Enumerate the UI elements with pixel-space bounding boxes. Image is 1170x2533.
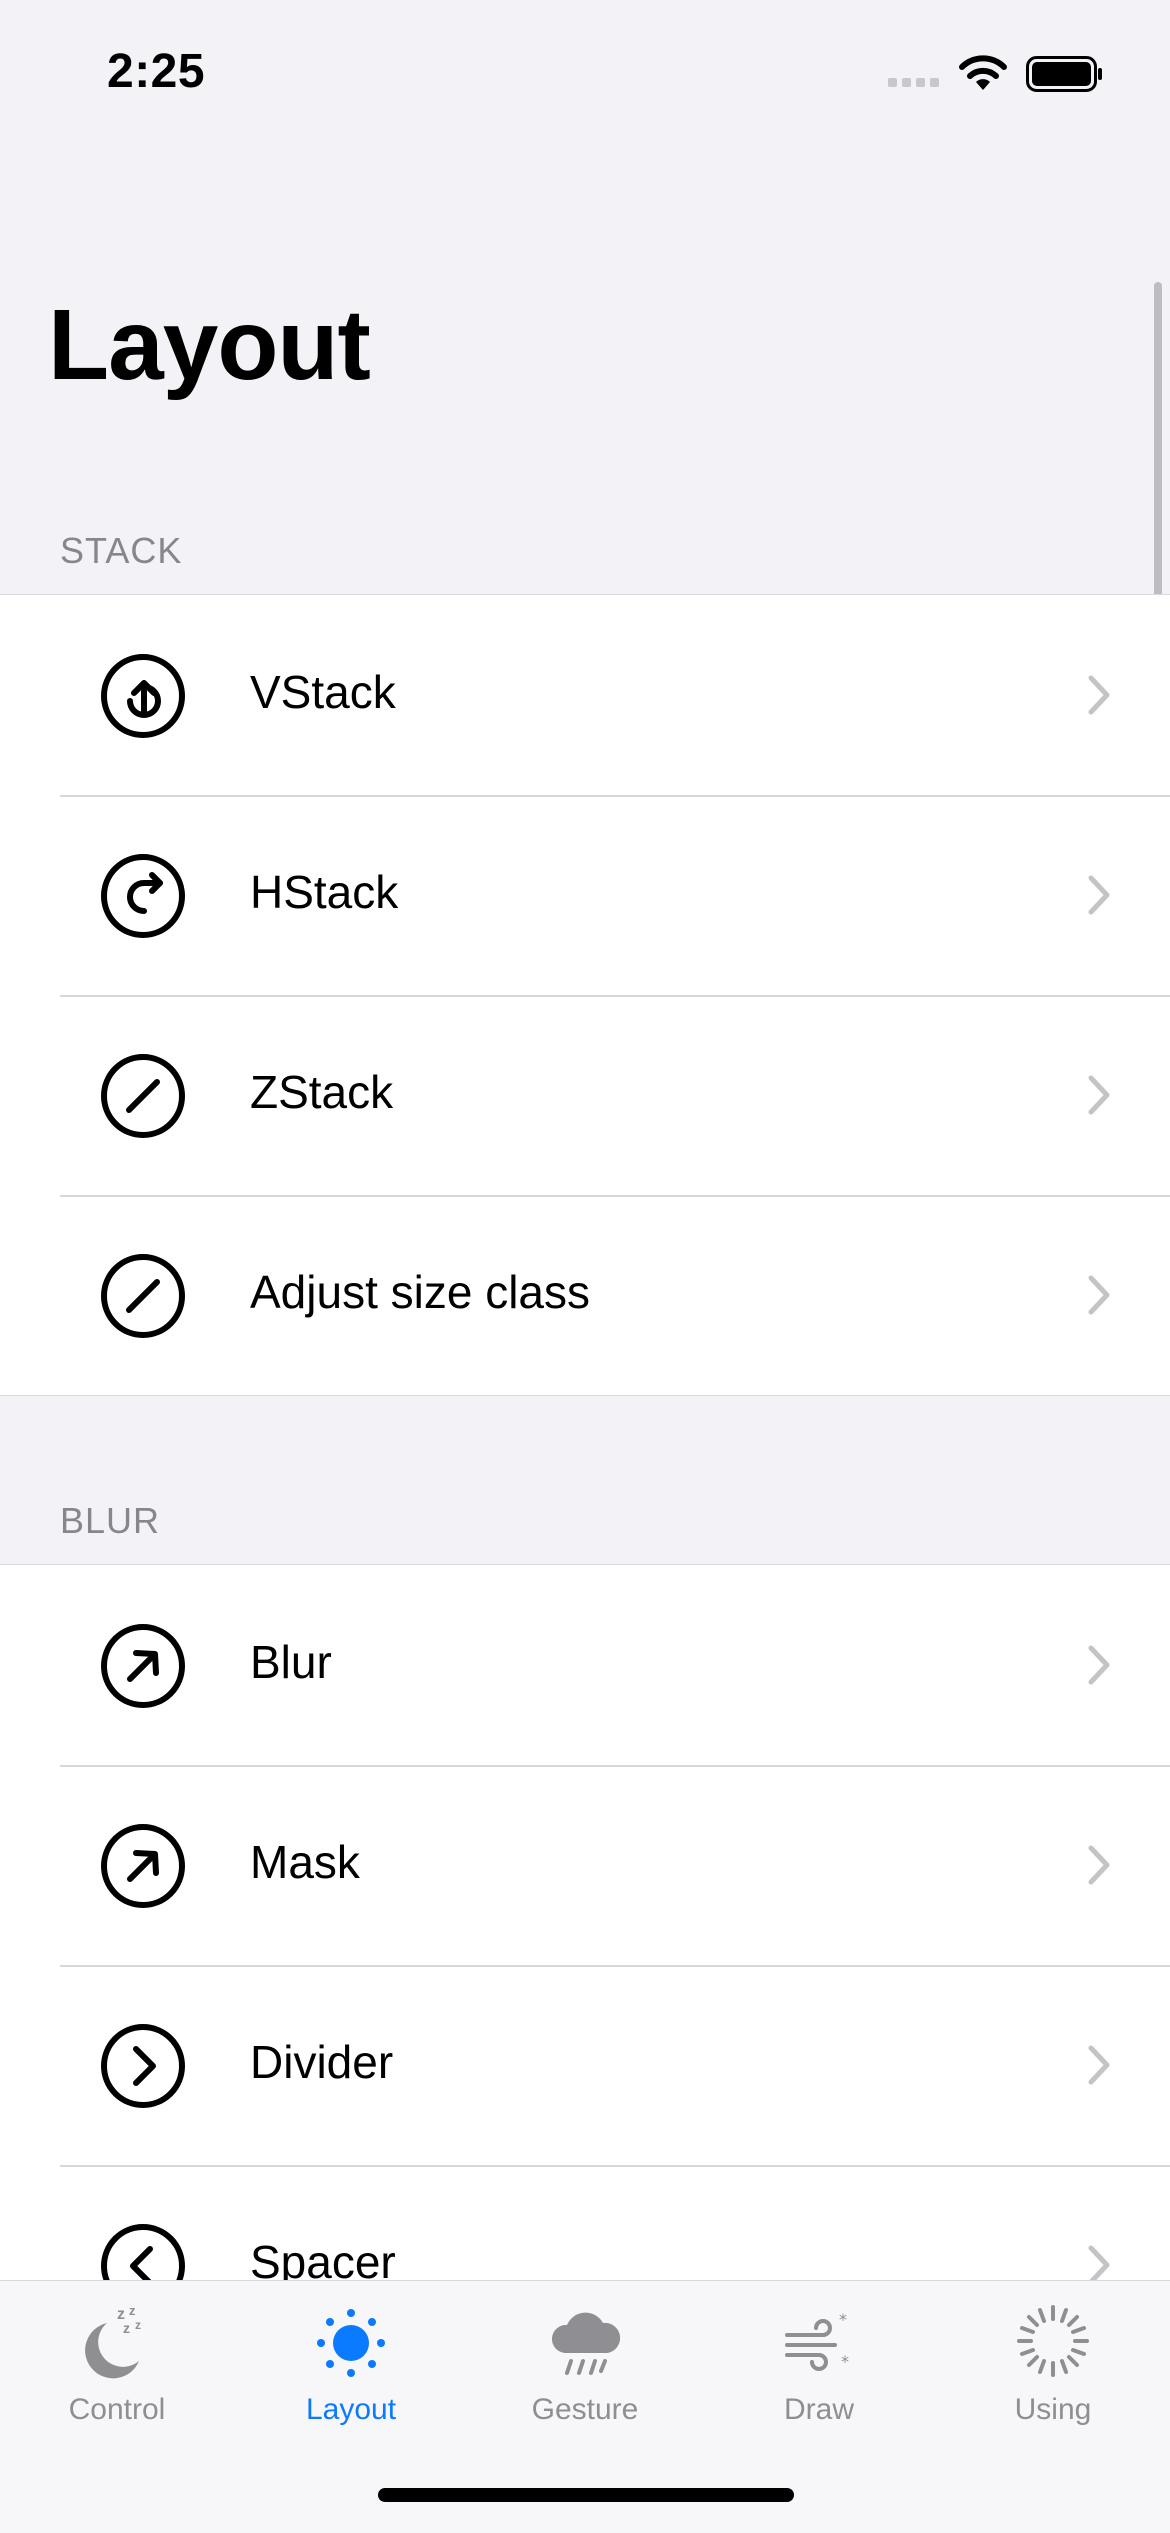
chevron-right-icon: [1088, 1845, 1110, 1885]
arrow-up-circle-icon: [101, 654, 185, 738]
chevron-right-icon: [1088, 875, 1110, 915]
svg-text:*: *: [841, 2352, 849, 2371]
tab-draw[interactable]: * * Draw: [702, 2281, 936, 2441]
list-item-label: Divider: [250, 2036, 394, 2088]
tab-label: Layout: [305, 2393, 397, 2426]
section-header-blur: BLUR: [60, 1500, 161, 1541]
tab-control[interactable]: z z z z Control: [0, 2281, 234, 2441]
list-group-blur: Blur Mask Divider Spacer: [0, 1564, 1170, 2365]
list-item-label: VStack: [250, 666, 396, 718]
list-item-label: HStack: [250, 866, 399, 918]
status-time: 2:25: [107, 45, 206, 98]
list-item-mask[interactable]: Mask: [0, 1765, 1170, 1965]
svg-text:*: *: [839, 2310, 847, 2329]
tab-label: Control: [68, 2393, 166, 2426]
list-item-label: ZStack: [250, 1066, 394, 1118]
cellular-signal-icon: [888, 78, 939, 87]
cloud-rain-icon: [551, 2312, 621, 2375]
tab-label: Gesture: [531, 2393, 639, 2426]
list-item-label: Blur: [250, 1636, 332, 1688]
tab-gesture[interactable]: Gesture: [468, 2281, 702, 2441]
tab-layout[interactable]: Layout: [234, 2281, 468, 2441]
home-indicator[interactable]: [378, 2488, 794, 2502]
list-item-label: Mask: [250, 1836, 360, 1888]
chevron-right-icon: [1088, 2045, 1110, 2085]
list-item-adjust-size-class[interactable]: Adjust size class: [0, 1195, 1170, 1395]
page-title: Layout: [48, 289, 371, 401]
slash-circle-icon: [101, 1054, 185, 1138]
list-group-stack: VStack HStack ZStack Adjust size class: [0, 594, 1170, 1396]
list-item-blur[interactable]: Blur: [0, 1565, 1170, 1765]
chevron-right-icon: [1088, 1075, 1110, 1115]
tab-label: Draw: [783, 2393, 854, 2426]
list-item-divider[interactable]: Divider: [0, 1965, 1170, 2165]
list-item-hstack[interactable]: HStack: [0, 795, 1170, 995]
chevron-right-icon: [1088, 675, 1110, 715]
chevron-right-icon: [1088, 1645, 1110, 1685]
chevron-right-icon: [1088, 2245, 1110, 2285]
list-item-label: Adjust size class: [250, 1266, 591, 1318]
status-icons: [888, 52, 1118, 102]
status-bar: 2:25: [0, 0, 1170, 150]
loading-spinner-icon: [1017, 2305, 1089, 2377]
chevron-right-icon: [1088, 1275, 1110, 1315]
list-item-vstack[interactable]: VStack: [0, 595, 1170, 795]
svg-text:z: z: [135, 2318, 141, 2332]
tab-label: Using: [1014, 2393, 1092, 2426]
arrow-up-right-circle-icon: [101, 1624, 185, 1708]
list-item-zstack[interactable]: ZStack: [0, 995, 1170, 1195]
arrow-right-circle-icon: [101, 854, 185, 938]
slash-circle-icon: [101, 1254, 185, 1338]
wind-snow-icon: * *: [785, 2310, 849, 2371]
svg-text:z: z: [123, 2320, 130, 2336]
section-header-stack: STACK: [60, 530, 183, 571]
sun-icon: [317, 2309, 385, 2377]
wifi-icon: [959, 55, 1007, 90]
tab-using[interactable]: Using: [936, 2281, 1170, 2441]
arrow-up-right-circle-icon: [101, 1824, 185, 1908]
chevron-right-circle-icon: [101, 2024, 185, 2108]
moon-zzz-icon: z z z z: [85, 2303, 141, 2379]
battery-icon: [1026, 56, 1102, 92]
svg-text:z: z: [129, 2303, 136, 2318]
